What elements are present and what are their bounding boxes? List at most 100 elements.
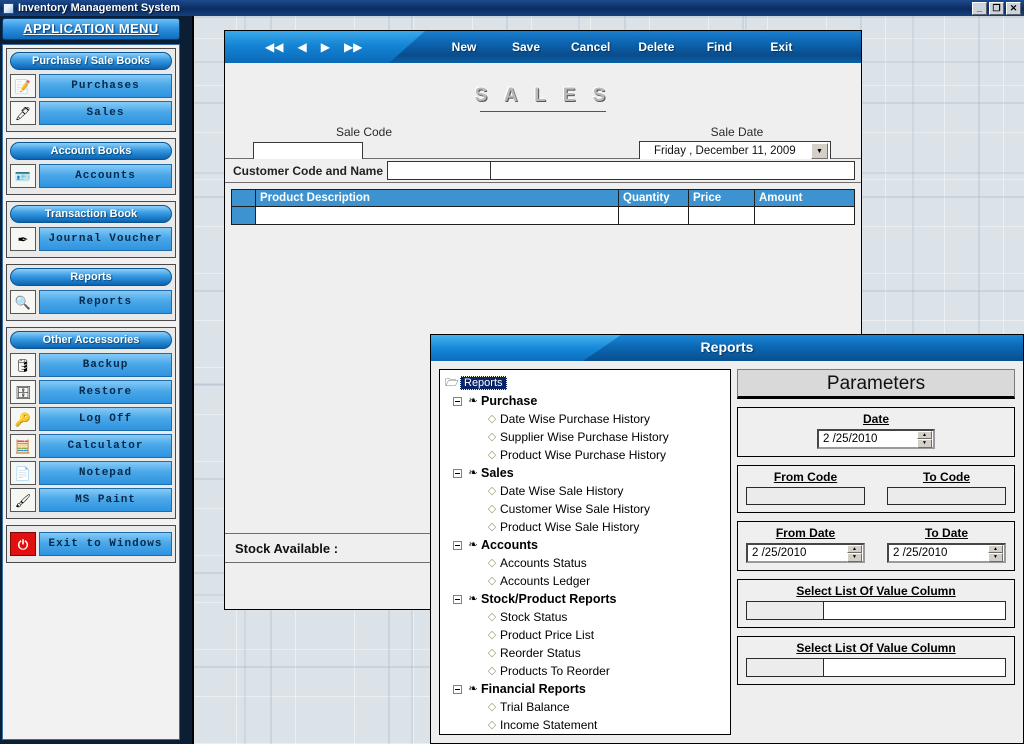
menu-item-label[interactable]: Backup <box>39 353 172 377</box>
to-code-input[interactable] <box>887 487 1006 505</box>
minimize-button[interactable]: _ <box>972 2 987 15</box>
table-row[interactable] <box>232 207 855 225</box>
menu-item-sales[interactable]: 🖊 Sales <box>10 101 172 125</box>
next-record-icon[interactable]: ▶ <box>321 41 330 53</box>
tree-item-income-statement[interactable]: ◇ Income Statement <box>442 716 728 734</box>
reports-tree[interactable]: 🗁 Reports ❧ Purchase ◇ Date Wise Purchas… <box>439 369 731 735</box>
cell-amount[interactable] <box>755 207 855 225</box>
menu-item-log-off[interactable]: 🔑 Log Off <box>10 407 172 431</box>
row-selector-cell[interactable] <box>232 207 256 225</box>
grid-col-product-description[interactable]: Product Description <box>256 190 619 207</box>
menu-item-label[interactable]: Notepad <box>39 461 172 485</box>
grid-col-amount[interactable]: Amount <box>755 190 855 207</box>
reports-dialog: Reports 🗁 Reports ❧ Purchase ◇ Date Wise… <box>430 334 1024 744</box>
tree-node-reports-root[interactable]: 🗁 Reports <box>442 374 728 392</box>
lov1-value-input[interactable] <box>824 601 1006 620</box>
collapse-icon[interactable] <box>453 595 462 604</box>
tree-item-reorder-status[interactable]: ◇ Reorder Status <box>442 644 728 662</box>
tree-item-product-wise-sale-history[interactable]: ◇ Product Wise Sale History <box>442 518 728 536</box>
menu-item-label[interactable]: Journal Voucher <box>39 227 172 251</box>
menu-item-calculator[interactable]: 🧮 Calculator <box>10 434 172 458</box>
customer-code-input[interactable] <box>387 161 491 180</box>
menu-item-label[interactable]: Accounts <box>39 164 172 188</box>
date-spinner[interactable]: ▲▼ <box>917 431 932 448</box>
spinner-down-icon[interactable]: ▼ <box>847 553 862 562</box>
tree-group-accounts[interactable]: ❧ Accounts <box>442 536 728 554</box>
menu-item-exit-to-windows[interactable]: ⏻ Exit to Windows <box>10 532 172 556</box>
cancel-button[interactable]: Cancel <box>557 40 624 54</box>
tree-group-stock-product-reports[interactable]: ❧ Stock/Product Reports <box>442 590 728 608</box>
tree-group-purchase[interactable]: ❧ Purchase <box>442 392 728 410</box>
from-date-spinner[interactable]: ▲▼ <box>847 545 862 562</box>
chevron-down-icon[interactable]: ▼ <box>811 143 828 159</box>
menu-item-label[interactable]: Log Off <box>39 407 172 431</box>
grid-col-quantity[interactable]: Quantity <box>619 190 689 207</box>
menu-item-reports[interactable]: 🔍 Reports <box>10 290 172 314</box>
customer-name-input[interactable] <box>491 161 855 180</box>
tree-item-product-price-list[interactable]: ◇ Product Price List <box>442 626 728 644</box>
menu-item-journal-voucher[interactable]: ✒ Journal Voucher <box>10 227 172 251</box>
previous-record-icon[interactable]: ◀ <box>297 41 306 53</box>
menu-item-label[interactable]: Exit to Windows <box>39 532 172 556</box>
last-record-icon[interactable]: ▶▶ <box>344 41 362 53</box>
spinner-down-icon[interactable]: ▼ <box>988 553 1003 562</box>
menu-item-label[interactable]: Purchases <box>39 74 172 98</box>
menu-group-purchase-sale-books: Purchase / Sale Books 📝 Purchases 🖊 Sale… <box>6 48 176 132</box>
exit-button[interactable]: Exit <box>750 40 812 54</box>
cell-quantity[interactable] <box>619 207 689 225</box>
spinner-up-icon[interactable]: ▲ <box>917 431 932 440</box>
save-button[interactable]: Save <box>495 40 557 54</box>
tree-item-stock-status[interactable]: ◇ Stock Status <box>442 608 728 626</box>
window-title-bar: Inventory Management System _ ❐ ✕ <box>0 0 1024 16</box>
collapse-icon[interactable] <box>453 541 462 550</box>
tree-item-accounts-ledger[interactable]: ◇ Accounts Ledger <box>442 572 728 590</box>
delete-button[interactable]: Delete <box>624 40 688 54</box>
cell-price[interactable] <box>689 207 755 225</box>
tree-group-sales[interactable]: ❧ Sales <box>442 464 728 482</box>
collapse-icon[interactable] <box>453 397 462 406</box>
grid-col-price[interactable]: Price <box>689 190 755 207</box>
tree-item-accounts-status[interactable]: ◇ Accounts Status <box>442 554 728 572</box>
lov2-code-input[interactable] <box>746 658 824 677</box>
from-date-input[interactable]: 2 /25/2010 ▲▼ <box>746 543 865 563</box>
menu-item-accounts[interactable]: 🪪 Accounts <box>10 164 172 188</box>
sale-date-picker[interactable]: Friday , December 11, 2009 ▼ <box>639 141 831 161</box>
spinner-up-icon[interactable]: ▲ <box>988 545 1003 554</box>
spinner-up-icon[interactable]: ▲ <box>847 545 862 554</box>
to-date-spinner[interactable]: ▲▼ <box>988 545 1003 562</box>
tree-item-product-wise-purchase-history[interactable]: ◇ Product Wise Purchase History <box>442 446 728 464</box>
from-code-input[interactable] <box>746 487 865 505</box>
tree-item-products-to-reorder[interactable]: ◇ Products To Reorder <box>442 662 728 680</box>
menu-item-label[interactable]: Reports <box>39 290 172 314</box>
menu-item-ms-paint[interactable]: 🖌 MS Paint <box>10 488 172 512</box>
tree-item-date-wise-purchase-history[interactable]: ◇ Date Wise Purchase History <box>442 410 728 428</box>
spinner-down-icon[interactable]: ▼ <box>917 439 932 448</box>
menu-item-notepad[interactable]: 📄 Notepad <box>10 461 172 485</box>
menu-item-backup[interactable]: 🛢 Backup <box>10 353 172 377</box>
collapse-icon[interactable] <box>453 685 462 694</box>
tree-item-date-wise-sale-history[interactable]: ◇ Date Wise Sale History <box>442 482 728 500</box>
menu-item-label[interactable]: Calculator <box>39 434 172 458</box>
lov2-value-input[interactable] <box>824 658 1006 677</box>
menu-item-purchases[interactable]: 📝 Purchases <box>10 74 172 98</box>
logoff-icon: 🔑 <box>10 407 36 431</box>
tree-item-customer-wise-sale-history[interactable]: ◇ Customer Wise Sale History <box>442 500 728 518</box>
menu-item-label[interactable]: MS Paint <box>39 488 172 512</box>
new-button[interactable]: New <box>433 40 495 54</box>
date-input[interactable]: 2 /25/2010 ▲▼ <box>817 429 935 449</box>
tree-item-supplier-wise-purchase-history[interactable]: ◇ Supplier Wise Purchase History <box>442 428 728 446</box>
window-title: Inventory Management System <box>18 2 180 14</box>
menu-item-restore[interactable]: 🗄 Restore <box>10 380 172 404</box>
lov1-code-input[interactable] <box>746 601 824 620</box>
collapse-icon[interactable] <box>453 469 462 478</box>
menu-item-label[interactable]: Sales <box>39 101 172 125</box>
menu-item-label[interactable]: Restore <box>39 380 172 404</box>
first-record-icon[interactable]: ◀◀ <box>265 41 283 53</box>
cell-product-description[interactable] <box>256 207 619 225</box>
close-button[interactable]: ✕ <box>1006 2 1021 15</box>
maximize-button[interactable]: ❐ <box>989 2 1004 15</box>
tree-group-financial-reports[interactable]: ❧ Financial Reports <box>442 680 728 698</box>
to-date-input[interactable]: 2 /25/2010 ▲▼ <box>887 543 1006 563</box>
find-button[interactable]: Find <box>688 40 750 54</box>
tree-item-trial-balance[interactable]: ◇ Trial Balance <box>442 698 728 716</box>
